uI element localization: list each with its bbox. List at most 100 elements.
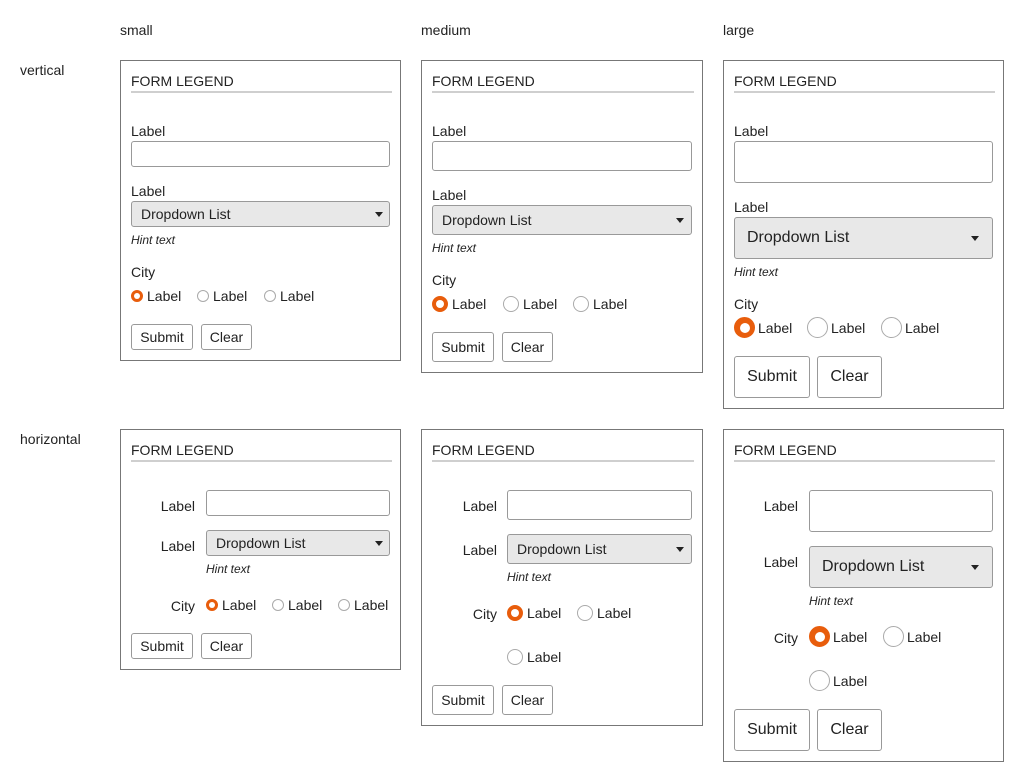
- dropdown-select[interactable]: Dropdown List: [734, 217, 993, 259]
- city-label: City: [734, 296, 759, 312]
- hint-text: Hint text: [734, 265, 779, 279]
- radio-unselected-icon: [272, 599, 284, 611]
- dropdown-select[interactable]: Dropdown List: [507, 534, 692, 564]
- submit-button[interactable]: Submit: [432, 332, 494, 362]
- submit-button[interactable]: Submit: [432, 685, 494, 715]
- dropdown-label: Label: [160, 538, 195, 554]
- radio-option[interactable]: Label: [577, 605, 631, 621]
- clear-button[interactable]: Clear: [502, 685, 553, 715]
- text-field-label: Label: [131, 123, 166, 139]
- radio-option[interactable]: Label: [881, 317, 939, 338]
- text-input[interactable]: [734, 141, 993, 183]
- radio-label: Label: [523, 296, 558, 312]
- radio-option[interactable]: Label: [338, 597, 388, 613]
- radio-label: Label: [354, 597, 389, 613]
- clear-button[interactable]: Clear: [502, 332, 553, 362]
- submit-button[interactable]: Submit: [131, 633, 193, 659]
- radio-option[interactable]: Label: [131, 288, 181, 304]
- caret-down-icon: [971, 236, 979, 241]
- text-input[interactable]: [809, 490, 993, 532]
- radio-selected-icon: [809, 626, 830, 647]
- form-horizontal-medium: FORM LEGEND Label Label Dropdown List Hi…: [421, 429, 703, 726]
- caret-down-icon: [676, 547, 684, 552]
- hint-text: Hint text: [809, 594, 854, 608]
- radio-option[interactable]: Label: [206, 597, 256, 613]
- city-label: City: [131, 264, 156, 280]
- radio-label: Label: [597, 605, 632, 621]
- text-field-label: Label: [763, 498, 798, 514]
- radio-option[interactable]: Label: [432, 296, 486, 312]
- row-header-vertical: vertical: [20, 62, 65, 78]
- dropdown-value: Dropdown List: [216, 535, 306, 551]
- radio-selected-icon: [432, 296, 448, 312]
- form-legend: FORM LEGEND: [432, 73, 694, 93]
- radio-label: Label: [907, 628, 942, 645]
- radio-option[interactable]: Label: [507, 605, 561, 621]
- caret-down-icon: [676, 218, 684, 223]
- radio-unselected-icon: [881, 317, 902, 338]
- radio-label: Label: [147, 288, 182, 304]
- text-input[interactable]: [206, 490, 390, 516]
- form-legend: FORM LEGEND: [131, 442, 392, 462]
- radio-option[interactable]: Label: [809, 670, 867, 691]
- caret-down-icon: [375, 541, 383, 546]
- radio-option[interactable]: Label: [883, 626, 941, 647]
- radio-option[interactable]: Label: [807, 317, 865, 338]
- radio-option[interactable]: Label: [507, 649, 561, 665]
- text-input[interactable]: [432, 141, 692, 171]
- form-legend: FORM LEGEND: [734, 442, 995, 462]
- column-header-medium: medium: [421, 22, 471, 38]
- form-horizontal-large: FORM LEGEND Label Label Dropdown List Hi…: [723, 429, 1004, 762]
- form-vertical-medium: FORM LEGEND Label Label Dropdown List Hi…: [421, 60, 703, 373]
- form-legend: FORM LEGEND: [734, 73, 995, 93]
- clear-button[interactable]: Clear: [201, 324, 252, 350]
- dropdown-select[interactable]: Dropdown List: [206, 530, 390, 556]
- radio-unselected-icon: [577, 605, 593, 621]
- hint-text: Hint text: [507, 570, 552, 584]
- radio-unselected-icon: [807, 317, 828, 338]
- radio-option[interactable]: Label: [573, 296, 627, 312]
- radio-label: Label: [280, 288, 315, 304]
- text-field-label: Label: [462, 498, 497, 514]
- radio-option[interactable]: Label: [809, 626, 867, 647]
- dropdown-label: Label: [131, 183, 166, 199]
- radio-label: Label: [905, 319, 940, 336]
- submit-button[interactable]: Submit: [131, 324, 193, 350]
- dropdown-label: Label: [432, 187, 467, 203]
- radio-unselected-icon: [197, 290, 209, 302]
- radio-label: Label: [758, 319, 793, 336]
- dropdown-select[interactable]: Dropdown List: [809, 546, 993, 588]
- radio-label: Label: [527, 605, 562, 621]
- radio-option[interactable]: Label: [503, 296, 557, 312]
- form-legend: FORM LEGEND: [131, 73, 392, 93]
- submit-button[interactable]: Submit: [734, 709, 810, 751]
- city-label: City: [773, 630, 798, 646]
- city-label: City: [432, 272, 457, 288]
- submit-button[interactable]: Submit: [734, 356, 810, 398]
- radio-label: Label: [527, 649, 562, 665]
- clear-button[interactable]: Clear: [201, 633, 252, 659]
- dropdown-select[interactable]: Dropdown List: [432, 205, 692, 235]
- caret-down-icon: [375, 212, 383, 217]
- hint-text: Hint text: [432, 241, 477, 255]
- radio-option[interactable]: Label: [734, 317, 792, 338]
- radio-option[interactable]: Label: [272, 597, 322, 613]
- radio-unselected-icon: [883, 626, 904, 647]
- hint-text: Hint text: [206, 562, 251, 576]
- radio-option[interactable]: Label: [264, 288, 314, 304]
- radio-label: Label: [831, 319, 866, 336]
- radio-selected-icon: [507, 605, 523, 621]
- form-horizontal-small: FORM LEGEND Label Label Dropdown List Hi…: [120, 429, 401, 670]
- text-field-label: Label: [160, 498, 195, 514]
- text-input[interactable]: [507, 490, 692, 520]
- clear-button[interactable]: Clear: [817, 356, 882, 398]
- radio-option[interactable]: Label: [197, 288, 247, 304]
- text-input[interactable]: [131, 141, 390, 167]
- dropdown-select[interactable]: Dropdown List: [131, 201, 390, 227]
- row-header-horizontal: horizontal: [20, 431, 81, 447]
- radio-label: Label: [288, 597, 323, 613]
- form-legend: FORM LEGEND: [432, 442, 694, 462]
- clear-button[interactable]: Clear: [817, 709, 882, 751]
- radio-selected-icon: [131, 290, 143, 302]
- text-field-label: Label: [432, 123, 467, 139]
